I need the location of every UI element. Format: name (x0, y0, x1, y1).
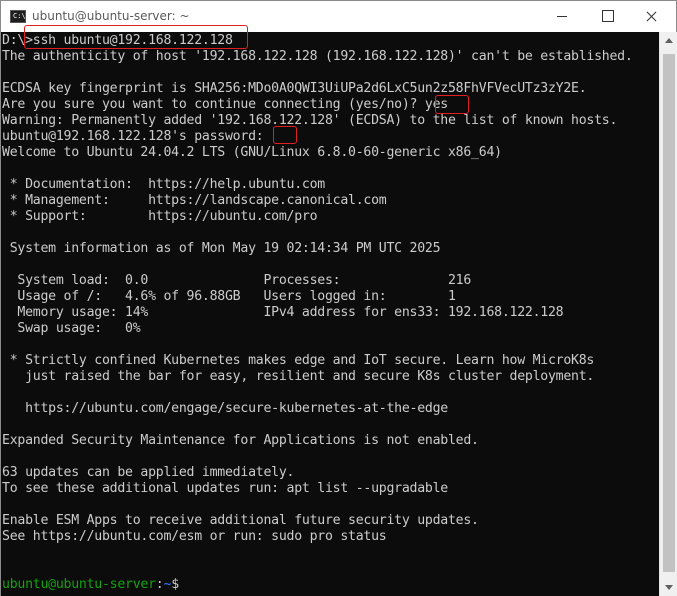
terminal-line: * Documentation: https://help.ubuntu.com (2, 177, 326, 192)
terminal-line: See https://ubuntu.com/esm or run: sudo … (2, 529, 387, 544)
cmd-app-icon[interactable]: C:\. (10, 10, 30, 23)
terminal-line: D:\>ssh ubuntu@192.168.122.128 (2, 33, 233, 48)
terminal-line: Warning: Permanently added '192.168.122.… (2, 113, 618, 128)
terminal-line: ubuntu@192.168.122.128's password: (2, 129, 264, 144)
minimize-button[interactable] (540, 1, 585, 32)
terminal-line: Welcome to Ubuntu 24.04.2 LTS (GNU/Linux… (2, 145, 502, 160)
terminal-line: Usage of /: 4.6% of 96.88GB Users logged… (2, 289, 456, 304)
terminal-window: C:\. ubuntu@ubuntu-server: ~ D:\>ssh ubu… (0, 0, 677, 596)
terminal-line: ECDSA key fingerprint is SHA256:MDo0A0QW… (2, 81, 587, 96)
prompt-user-host: ubuntu@ubuntu-server (2, 577, 156, 592)
scroll-up-arrow-icon[interactable] (665, 38, 673, 43)
terminal-line: https://ubuntu.com/engage/secure-kuberne… (2, 401, 448, 416)
terminal-line: just raised the bar for easy, resilient … (2, 369, 595, 384)
title-bar[interactable]: C:\. ubuntu@ubuntu-server: ~ (1, 1, 676, 32)
terminal-line: Enable ESM Apps to receive additional fu… (2, 513, 479, 528)
terminal-line: Expanded Security Maintenance for Applic… (2, 433, 479, 448)
cmd-icon-label: C:\. (13, 12, 30, 20)
terminal-line: * Strictly confined Kubernetes makes edg… (2, 353, 595, 368)
maximize-button[interactable] (585, 1, 630, 32)
terminal-line: * Management: https://landscape.canonica… (2, 193, 387, 208)
prompt-symbol: $ (171, 577, 179, 592)
prompt-separator: : (155, 577, 164, 592)
scroll-down-arrow-icon[interactable] (665, 585, 673, 590)
window-title: ubuntu@ubuntu-server: ~ (32, 9, 190, 23)
terminal-line: 63 updates can be applied immediately. (2, 465, 295, 480)
prompt-line[interactable]: ubuntu@ubuntu-server:~$ (2, 577, 179, 593)
vertical-scrollbar[interactable] (659, 32, 677, 596)
terminal-line: * Support: https://ubuntu.com/pro (2, 209, 318, 224)
terminal-output[interactable]: D:\>ssh ubuntu@192.168.122.128 The authen… (1, 32, 659, 596)
scrollbar-thumb[interactable] (663, 54, 675, 572)
terminal-line: The authenticity of host '192.168.122.12… (2, 49, 633, 64)
close-button[interactable] (630, 1, 675, 32)
terminal-line: Memory usage: 14% IPv4 address for ens33… (2, 305, 564, 320)
terminal-line: Are you sure you want to continue connec… (2, 97, 448, 112)
terminal-line: To see these additional updates run: apt… (2, 481, 448, 496)
terminal-line: Swap usage: 0% (2, 321, 141, 336)
terminal-line: System load: 0.0 Processes: 216 (2, 273, 472, 288)
terminal-line: System information as of Mon May 19 02:1… (2, 241, 441, 256)
